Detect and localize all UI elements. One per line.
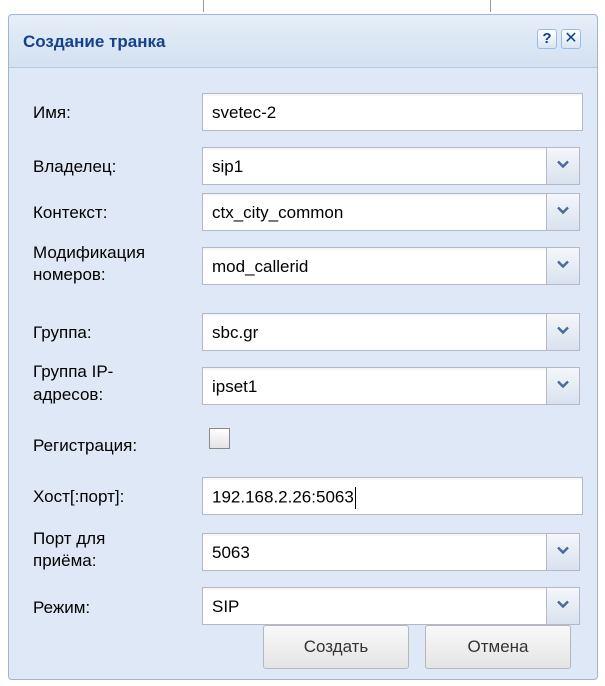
chevron-down-icon — [557, 600, 569, 609]
registration-checkbox[interactable] — [209, 428, 230, 449]
mode-combo[interactable]: SIP — [202, 587, 580, 625]
owner-label: Владелец: — [33, 157, 117, 176]
ip-group-label-line2: адресов: — [33, 385, 104, 404]
host-value: 192.168.2.26:5063 — [212, 487, 356, 509]
receive-port-dropdown-trigger[interactable] — [546, 534, 579, 570]
receive-port-label-line2: приёма: — [33, 551, 97, 570]
host-value-text: 192.168.2.26:5063 — [212, 487, 354, 507]
context-dropdown-trigger[interactable] — [546, 194, 579, 230]
registration-label: Регистрация: — [33, 436, 138, 455]
modification-value: mod_callerid — [212, 257, 309, 276]
cancel-button[interactable]: Отмена — [425, 625, 571, 669]
context-value: ctx_city_common — [212, 203, 344, 222]
text-cursor — [354, 487, 356, 509]
chevron-down-icon — [557, 206, 569, 215]
mode-dropdown-trigger[interactable] — [546, 588, 579, 624]
dialog-title: Создание транка — [23, 32, 166, 51]
group-value: sbc.gr — [212, 323, 259, 342]
chevron-down-icon — [557, 380, 569, 389]
mode-label: Режим: — [33, 598, 91, 617]
background-divider — [490, 0, 491, 12]
modification-label-line2: номеров: — [33, 265, 106, 284]
host-label: Хост[:порт]: — [33, 487, 125, 506]
name-field[interactable]: svetec-2 — [202, 93, 583, 131]
group-dropdown-trigger[interactable] — [546, 314, 579, 350]
group-combo[interactable]: sbc.gr — [202, 313, 580, 351]
modification-dropdown-trigger[interactable] — [546, 248, 579, 284]
background-divider — [203, 0, 204, 12]
name-label: Имя: — [33, 103, 71, 122]
chevron-down-icon — [557, 546, 569, 555]
owner-combo[interactable]: sip1 — [202, 147, 580, 185]
owner-value: sip1 — [212, 157, 244, 176]
chevron-down-icon — [557, 260, 569, 269]
receive-port-combo[interactable]: 5063 — [202, 533, 580, 571]
ip-group-combo[interactable]: ipset1 — [202, 367, 580, 405]
group-label: Группа: — [33, 323, 92, 342]
owner-dropdown-trigger[interactable] — [546, 148, 579, 184]
dialog-body: Имя: svetec-2 Владелец: sip1 Контекст: c… — [15, 73, 591, 673]
name-value: svetec-2 — [212, 103, 277, 122]
create-button[interactable]: Создать — [263, 625, 409, 669]
context-combo[interactable]: ctx_city_common — [202, 193, 580, 231]
receive-port-value: 5063 — [212, 543, 250, 562]
modification-label-line1: Модификация — [33, 243, 146, 262]
chevron-down-icon — [557, 326, 569, 335]
receive-port-label-line1: Порт для — [33, 529, 106, 548]
context-label: Контекст: — [33, 203, 108, 222]
ip-group-value: ipset1 — [212, 377, 258, 396]
ip-group-label-line1: Группа IP- — [33, 362, 114, 381]
chevron-down-icon — [557, 160, 569, 169]
create-trunk-dialog: Создание транка ? ✕ Имя: svetec-2 Владел… — [8, 14, 598, 680]
close-icon[interactable]: ✕ — [561, 29, 581, 49]
ip-group-dropdown-trigger[interactable] — [546, 368, 579, 404]
mode-value: SIP — [212, 597, 240, 616]
help-icon[interactable]: ? — [537, 29, 557, 49]
dialog-header[interactable]: Создание транка ? ✕ — [9, 15, 597, 68]
host-field[interactable]: 192.168.2.26:5063 — [202, 477, 583, 515]
modification-combo[interactable]: mod_callerid — [202, 247, 580, 285]
